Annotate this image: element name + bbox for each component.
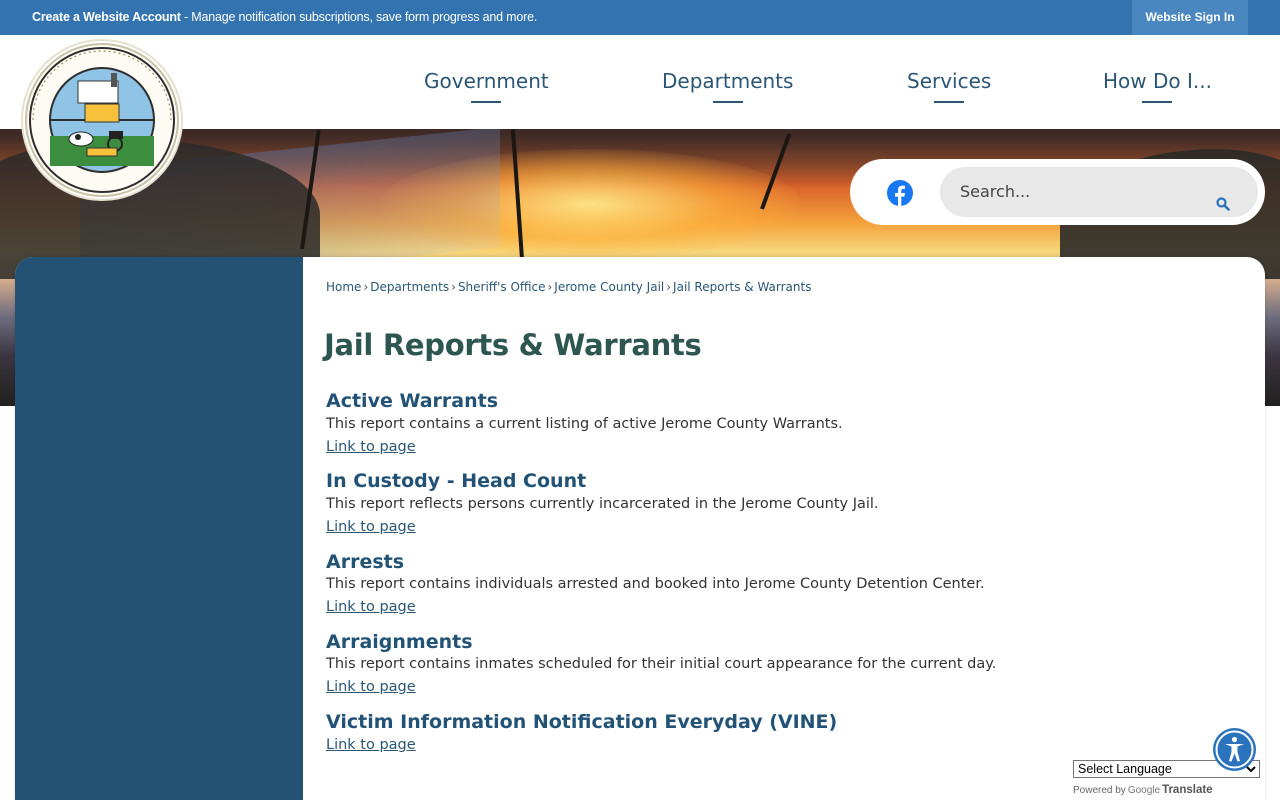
- accessibility-figure-icon: [1215, 730, 1254, 769]
- breadcrumb-separator: ›: [363, 280, 369, 294]
- search-input[interactable]: [960, 179, 1200, 203]
- item-title-vine[interactable]: Victim Information Notification Everyday…: [326, 711, 837, 733]
- item-desc-active-warrants: This report contains a current listing o…: [326, 416, 843, 432]
- translate-link[interactable]: Translate: [1162, 784, 1213, 796]
- site-header: Government Departments Services How Do I…: [0, 35, 1280, 129]
- website-sign-in-button[interactable]: Website Sign In: [1132, 0, 1248, 35]
- search-icon[interactable]: [1216, 196, 1230, 211]
- create-account-link[interactable]: Create a Website Account: [32, 10, 181, 24]
- item-link-in-custody[interactable]: Link to page: [326, 519, 416, 535]
- breadcrumb-departments[interactable]: Departments: [370, 280, 449, 294]
- breadcrumb-jerome-county-jail[interactable]: Jerome County Jail: [554, 280, 664, 294]
- search-panel: [850, 159, 1265, 225]
- accessibility-icon[interactable]: [1213, 728, 1256, 771]
- sidebar-panel: [15, 257, 303, 800]
- breadcrumb-separator: ›: [547, 280, 553, 294]
- breadcrumb-home[interactable]: Home: [326, 280, 361, 294]
- county-seal-icon: [25, 43, 179, 197]
- google-logo: Google: [1127, 785, 1161, 796]
- search-box: [940, 167, 1258, 217]
- item-title-active-warrants[interactable]: Active Warrants: [326, 390, 498, 412]
- item-title-arrests[interactable]: Arrests: [326, 551, 404, 573]
- item-link-active-warrants[interactable]: Link to page: [326, 439, 416, 455]
- nav-how-do-i[interactable]: How Do I...: [1103, 69, 1212, 103]
- county-seal-logo[interactable]: [23, 41, 181, 199]
- breadcrumb-separator: ›: [666, 280, 672, 294]
- item-title-in-custody[interactable]: In Custody - Head Count: [326, 470, 586, 492]
- create-account-banner[interactable]: Create a Website Account - Manage notifi…: [32, 10, 537, 24]
- breadcrumb-separator: ›: [451, 280, 456, 294]
- top-utility-bar: Create a Website Account - Manage notifi…: [0, 0, 1280, 35]
- nav-departments[interactable]: Departments: [662, 69, 793, 103]
- item-title-arraignments[interactable]: Arraignments: [326, 631, 473, 653]
- item-desc-arrests: This report contains individuals arreste…: [326, 576, 985, 592]
- item-link-arraignments[interactable]: Link to page: [326, 679, 416, 695]
- item-link-arrests[interactable]: Link to page: [326, 599, 416, 615]
- page-title: Jail Reports & Warrants: [324, 328, 702, 362]
- breadcrumb-current-page[interactable]: Jail Reports & Warrants: [673, 280, 811, 294]
- facebook-glyph-icon: [895, 185, 905, 206]
- item-desc-arraignments: This report contains inmates scheduled f…: [326, 656, 997, 672]
- magnifier-icon: [1216, 197, 1230, 211]
- create-account-tagline: - Manage notification subscriptions, sav…: [180, 10, 538, 24]
- item-desc-in-custody: This report reflects persons currently i…: [326, 496, 879, 512]
- breadcrumb-sheriffs-office[interactable]: Sheriff's Office: [458, 280, 546, 294]
- nav-government[interactable]: Government: [424, 69, 549, 103]
- item-link-vine[interactable]: Link to page: [326, 737, 416, 753]
- breadcrumb: Home › Departments › Sheriff's Office › Jerome…: [326, 280, 811, 294]
- nav-services[interactable]: Services: [907, 69, 991, 103]
- powered-by-google-translate: Powered by Google Translate: [1073, 784, 1213, 796]
- facebook-icon[interactable]: [887, 180, 913, 206]
- powered-by-label: Powered by: [1073, 785, 1126, 796]
